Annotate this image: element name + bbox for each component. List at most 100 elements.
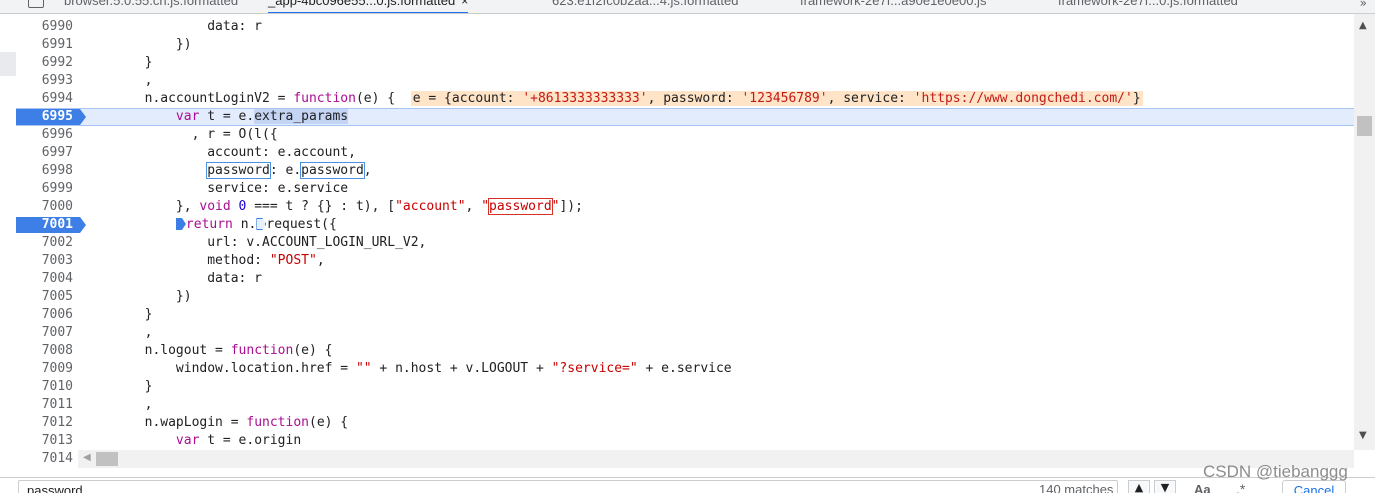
line-number[interactable]: 7005 — [16, 288, 82, 306]
code-line[interactable]: data: r — [82, 18, 262, 36]
line-number-text: 7009 — [41, 361, 73, 376]
code-text: + e.service — [637, 361, 732, 376]
code-line[interactable]: url: v.ACCOUNT_LOGIN_URL_V2, — [82, 234, 426, 252]
code-line[interactable]: , r = O(l({ — [82, 126, 278, 144]
code-text: , — [316, 253, 325, 268]
code-text: + n.host + v.LOGOUT + — [371, 361, 552, 376]
tab-framework-formatted-js[interactable]: framework-2e7f...0.js:formatted — [1058, 0, 1238, 13]
line-number[interactable]: 7014 — [16, 450, 82, 468]
line-number[interactable]: 6994 — [16, 90, 82, 108]
tab-browser-js[interactable]: browser.5.0.55.cn.js:formatted — [64, 0, 238, 13]
tab-framework-js[interactable]: framework-2e7f...a90e1e0e00.js — [800, 0, 986, 13]
code-text: }, — [82, 199, 200, 214]
code-line[interactable]: } — [82, 306, 153, 324]
line-number[interactable]: 6996 — [16, 126, 82, 144]
code-line[interactable]: account: e.account, — [82, 144, 356, 162]
line-number-text: 6990 — [41, 19, 73, 34]
continue-to-here-icon[interactable] — [175, 218, 186, 230]
line-number-text: 7002 — [41, 235, 73, 250]
line-number[interactable]: 7012 — [16, 414, 82, 432]
line-number[interactable]: 7006 — [16, 306, 82, 324]
previous-match-button[interactable]: ▲ — [1128, 480, 1150, 493]
code-line[interactable]: data: r — [82, 270, 262, 288]
line-number[interactable]: 6992 — [16, 54, 82, 72]
code-line[interactable]: }) — [82, 288, 192, 306]
code-line[interactable]: window.location.href = "" + n.host + v.L… — [82, 360, 732, 378]
more-tabs-icon[interactable]: » — [1360, 0, 1367, 10]
scroll-down-icon[interactable]: ▼ — [1359, 430, 1367, 441]
regex-button[interactable]: .* — [1236, 481, 1245, 493]
line-number-text: 6998 — [41, 163, 73, 178]
code-text: t = e.origin — [199, 433, 302, 448]
line-number[interactable]: 7009 — [16, 360, 82, 378]
code-text: (e) { — [355, 91, 396, 106]
inline-breakpoint-icon[interactable] — [256, 218, 267, 230]
line-number[interactable]: 6999 — [16, 180, 82, 198]
keyword: var — [175, 109, 200, 124]
tab-623-js[interactable]: 623.e1f2fc0b2aa...4.js:formatted — [552, 0, 738, 13]
line-number[interactable]: 7010 — [16, 378, 82, 396]
line-number-text: 6994 — [41, 91, 73, 106]
search-input[interactable] — [18, 480, 1118, 493]
code-line[interactable]: n.logout = function(e) { — [82, 342, 333, 360]
line-number[interactable]: 6993 — [16, 72, 82, 90]
code-line[interactable]: password: e.password, — [82, 162, 372, 180]
close-icon[interactable]: × — [461, 0, 468, 8]
toggle-navigator-icon[interactable] — [28, 0, 44, 8]
horizontal-scroll-thumb[interactable] — [96, 452, 118, 466]
code-text: ]); — [559, 199, 583, 214]
code-line[interactable]: , — [82, 396, 153, 414]
next-match-button[interactable]: ▼ — [1154, 480, 1176, 493]
line-number[interactable]: 7000 — [16, 198, 82, 216]
line-number[interactable]: 6997 — [16, 144, 82, 162]
code-line[interactable]: , — [82, 324, 153, 342]
code-line[interactable]: } — [82, 378, 153, 396]
line-number-text: 7013 — [41, 433, 73, 448]
code-line[interactable]: var t = e.extra_params — [82, 108, 349, 126]
match-case-button[interactable]: Aa — [1194, 482, 1211, 493]
code-text: n.accountLoginV2 = — [82, 91, 294, 106]
line-number[interactable]: 7011 — [16, 396, 82, 414]
code-line[interactable]: service: e.service — [82, 180, 348, 198]
inline-text: , service: — [827, 91, 914, 106]
line-number[interactable]: 7013 — [16, 432, 82, 450]
keyword: void — [199, 199, 231, 214]
code-line[interactable]: , — [82, 72, 153, 90]
inline-text: e = {account: — [412, 91, 523, 106]
code-line[interactable]: }) — [82, 36, 192, 54]
horizontal-scrollbar[interactable]: ◀ — [78, 450, 1354, 468]
line-number[interactable]: 7007 — [16, 324, 82, 342]
inline-string: '123456789' — [741, 91, 828, 106]
tab-app-js[interactable]: _app-4bc096e55...0.js:formatted × — [268, 0, 469, 13]
code-line[interactable]: }, void 0 === t ? {} : t), ["account", "… — [82, 198, 583, 216]
line-number[interactable]: 7003 — [16, 252, 82, 270]
code-line[interactable]: n.accountLoginV2 = function(e) { e = {ac… — [82, 90, 1143, 108]
line-number[interactable]: 6991 — [16, 36, 82, 54]
current-search-match: password — [488, 198, 553, 215]
code-line[interactable]: n.wapLogin = function(e) { — [82, 414, 349, 432]
line-number-text: 7014 — [41, 451, 73, 466]
code-line[interactable]: var t = e.origin — [82, 432, 301, 450]
code-line[interactable]: method: "POST", — [82, 252, 325, 270]
line-number[interactable]: 7002 — [16, 234, 82, 252]
code-text: === t ? {} : t), [ — [246, 199, 396, 214]
match-count: 140 matches — [1039, 482, 1114, 493]
line-number[interactable]: 7004 — [16, 270, 82, 288]
vertical-scrollbar[interactable]: ▲ ▼ — [1354, 14, 1375, 450]
breakpoint-line-number: 6995 — [41, 109, 73, 124]
keyword: var — [175, 433, 200, 448]
line-number[interactable]: 7008 — [16, 342, 82, 360]
scroll-up-icon[interactable]: ▲ — [1359, 20, 1367, 31]
code-line[interactable]: return n. request({ — [82, 216, 337, 234]
keyword: return — [185, 217, 233, 232]
code-line[interactable]: } — [82, 54, 153, 72]
line-number[interactable]: 6990 — [16, 18, 82, 36]
navigator-marker — [0, 52, 16, 76]
scroll-left-icon[interactable]: ◀ — [83, 452, 91, 463]
line-number[interactable]: 6998 — [16, 162, 82, 180]
selected-text[interactable]: extra_params — [254, 109, 349, 124]
code-text: window.location.href = — [82, 361, 356, 376]
vertical-scroll-thumb[interactable] — [1357, 116, 1372, 136]
